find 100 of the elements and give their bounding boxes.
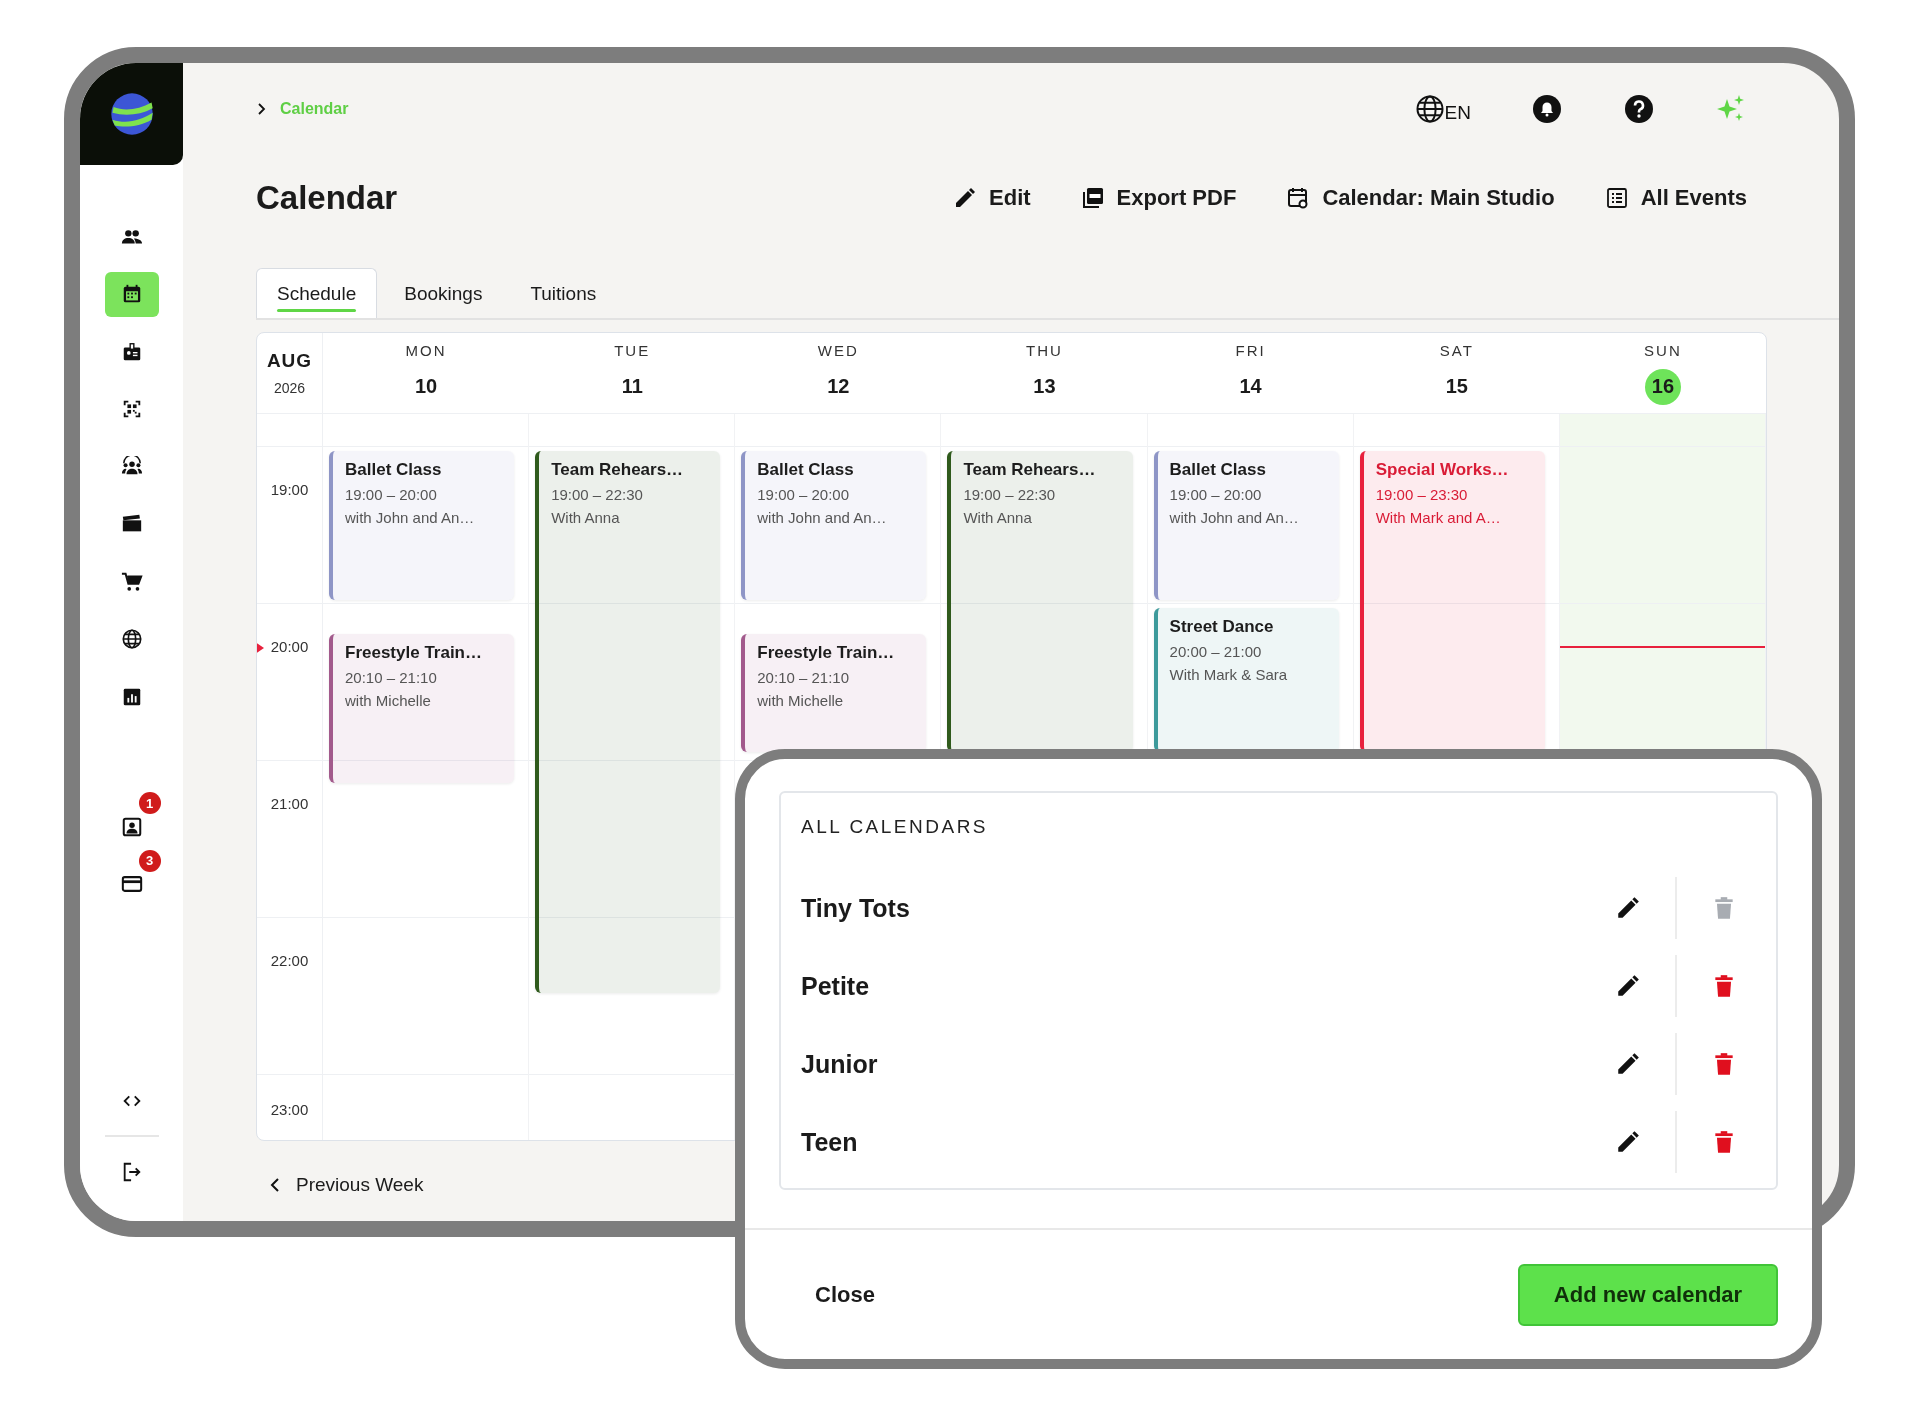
event-time: 20:10 – 21:10: [757, 669, 851, 687]
event-title: Ballet Class: [1169, 460, 1267, 480]
event-title: Ballet Class: [345, 460, 443, 480]
pencil-icon: [1615, 1051, 1641, 1077]
pencil-icon: [1615, 973, 1641, 999]
event-card[interactable]: Ballet Class 19:00 – 20:00 with John and An…: [741, 451, 927, 600]
date-label: 11: [620, 374, 644, 399]
hour-label: 23:00: [270, 1101, 309, 1118]
date-label: 16: [1644, 368, 1681, 405]
previous-week-button[interactable]: Previous Week: [256, 1174, 424, 1196]
chevron-left-icon: [270, 1178, 280, 1192]
toolbar-button[interactable]: Calendar: Main Studio: [1286, 184, 1555, 211]
tab[interactable]: Bookings: [383, 268, 504, 318]
pdf-icon: [1080, 185, 1105, 210]
contact-card-icon: [120, 815, 143, 838]
event-people: with Michelle: [345, 692, 432, 710]
globe-icon: [1414, 94, 1445, 124]
tab[interactable]: Schedule: [256, 268, 378, 318]
event-people: With Anna: [963, 509, 1033, 526]
toolbar-button[interactable]: Edit: [953, 184, 1031, 211]
hour-label: 19:00: [270, 481, 309, 498]
globe-icon: [120, 628, 143, 650]
help-button[interactable]: [1623, 93, 1655, 125]
event-title: Ballet Class: [757, 460, 855, 480]
pencil-icon: [1615, 1129, 1641, 1155]
date-label: 13: [1032, 374, 1057, 399]
event-card[interactable]: Team Rehears… 19:00 – 22:30 With Anna: [535, 451, 721, 993]
event-people: With Anna: [551, 509, 621, 526]
cart-icon: [120, 570, 143, 593]
weekday-label: MON: [405, 341, 447, 359]
event-people: with Michelle: [757, 692, 845, 710]
event-time: 19:00 – 20:00: [757, 486, 851, 503]
toolbar-button[interactable]: All Events: [1604, 184, 1747, 211]
year-label: 2026: [273, 380, 306, 396]
pencil-icon: [1615, 895, 1641, 921]
event-card[interactable]: Ballet Class 19:00 – 20:00 with John and An…: [329, 451, 515, 600]
edit-button[interactable]: [1615, 1129, 1641, 1155]
event-time: 19:00 – 22:30: [963, 486, 1057, 503]
calendar-name: Teen: [801, 1127, 858, 1157]
event-time: 20:10 – 21:10: [345, 669, 438, 687]
event-people: with John and An…: [757, 509, 888, 526]
weekday-label: TUE: [614, 341, 651, 359]
event-people: With Mark & Sara: [1169, 666, 1289, 683]
weekday-label: FRI: [1235, 341, 1266, 359]
calendar-name: Tiny Tots: [801, 893, 910, 923]
event-time: 20:00 – 21:00: [1169, 643, 1263, 660]
event-card[interactable]: Freestyle Train… 20:10 – 21:10 with Michelle: [741, 634, 927, 752]
calendar-name: Junior: [801, 1049, 878, 1079]
hour-label: 20:00: [270, 638, 309, 655]
calendar-name: Petite: [801, 971, 870, 1001]
date-label: 14: [1238, 374, 1263, 399]
toolbar-button[interactable]: Export PDF: [1080, 184, 1237, 211]
weekday-label: SAT: [1439, 341, 1474, 359]
tab[interactable]: Tuitions: [509, 268, 618, 318]
weekday-label: WED: [817, 341, 859, 359]
notification-badge: 3: [138, 849, 161, 872]
event-time: 19:00 – 22:30: [551, 486, 644, 503]
hour-label: 22:00: [270, 952, 309, 969]
event-card[interactable]: Special Works… 19:00 – 23:30 With Mark and A…: [1359, 451, 1545, 752]
logo-icon: [108, 91, 155, 137]
event-people: with John and An…: [1169, 509, 1300, 526]
notifications-button[interactable]: [1531, 93, 1563, 125]
event-card[interactable]: Freestyle Train… 20:10 – 21:10 with Michelle: [329, 634, 515, 784]
bell-icon: [1531, 93, 1563, 125]
event-title: Special Works…: [1375, 460, 1510, 480]
month-label: AUG: [266, 350, 313, 372]
event-time: 19:00 – 20:00: [345, 486, 438, 503]
event-people: With Mark and A…: [1375, 509, 1502, 526]
event-card[interactable]: Street Dance 20:00 – 21:00 With Mark & Sara: [1153, 608, 1339, 752]
list-icon: [1604, 185, 1629, 210]
page-title: Calendar: [256, 178, 398, 217]
close-button[interactable]: Close: [815, 1281, 875, 1308]
event-card[interactable]: Ballet Class 19:00 – 20:00 with John and An…: [1153, 451, 1339, 600]
sidebar-item[interactable]: [104, 271, 159, 317]
credit-card-icon: [120, 873, 143, 895]
event-card[interactable]: Team Rehears… 19:00 – 22:30 With Anna: [947, 451, 1133, 752]
notification-badge: 1: [138, 792, 161, 814]
chevron-right-icon: [256, 103, 268, 115]
hour-label: 21:00: [270, 795, 309, 812]
event-title: Team Rehears…: [963, 460, 1097, 480]
pencil-icon: [953, 185, 977, 210]
event-title: Freestyle Train…: [345, 643, 483, 664]
language-button[interactable]: EN: [1414, 94, 1471, 124]
event-people: with John and An…: [345, 509, 476, 526]
edit-button[interactable]: [1615, 1051, 1641, 1077]
add-calendar-button[interactable]: Add new calendar: [1518, 1263, 1778, 1326]
current-time-marker-icon: [257, 642, 264, 654]
date-label: 10: [413, 374, 439, 399]
edit-button[interactable]: [1615, 973, 1641, 999]
help-icon: [1623, 93, 1655, 125]
weekday-label: SUN: [1644, 341, 1682, 359]
event-title: Street Dance: [1169, 617, 1275, 637]
event-title: Freestyle Train…: [757, 643, 896, 664]
event-title: Team Rehears…: [551, 460, 685, 480]
edit-button[interactable]: [1615, 895, 1641, 921]
event-time: 19:00 – 23:30: [1375, 486, 1469, 503]
event-time: 19:00 – 20:00: [1169, 486, 1263, 503]
date-label: 15: [1444, 374, 1469, 399]
date-label: 12: [826, 374, 851, 399]
list-heading: ALL CALENDARS: [801, 815, 990, 839]
